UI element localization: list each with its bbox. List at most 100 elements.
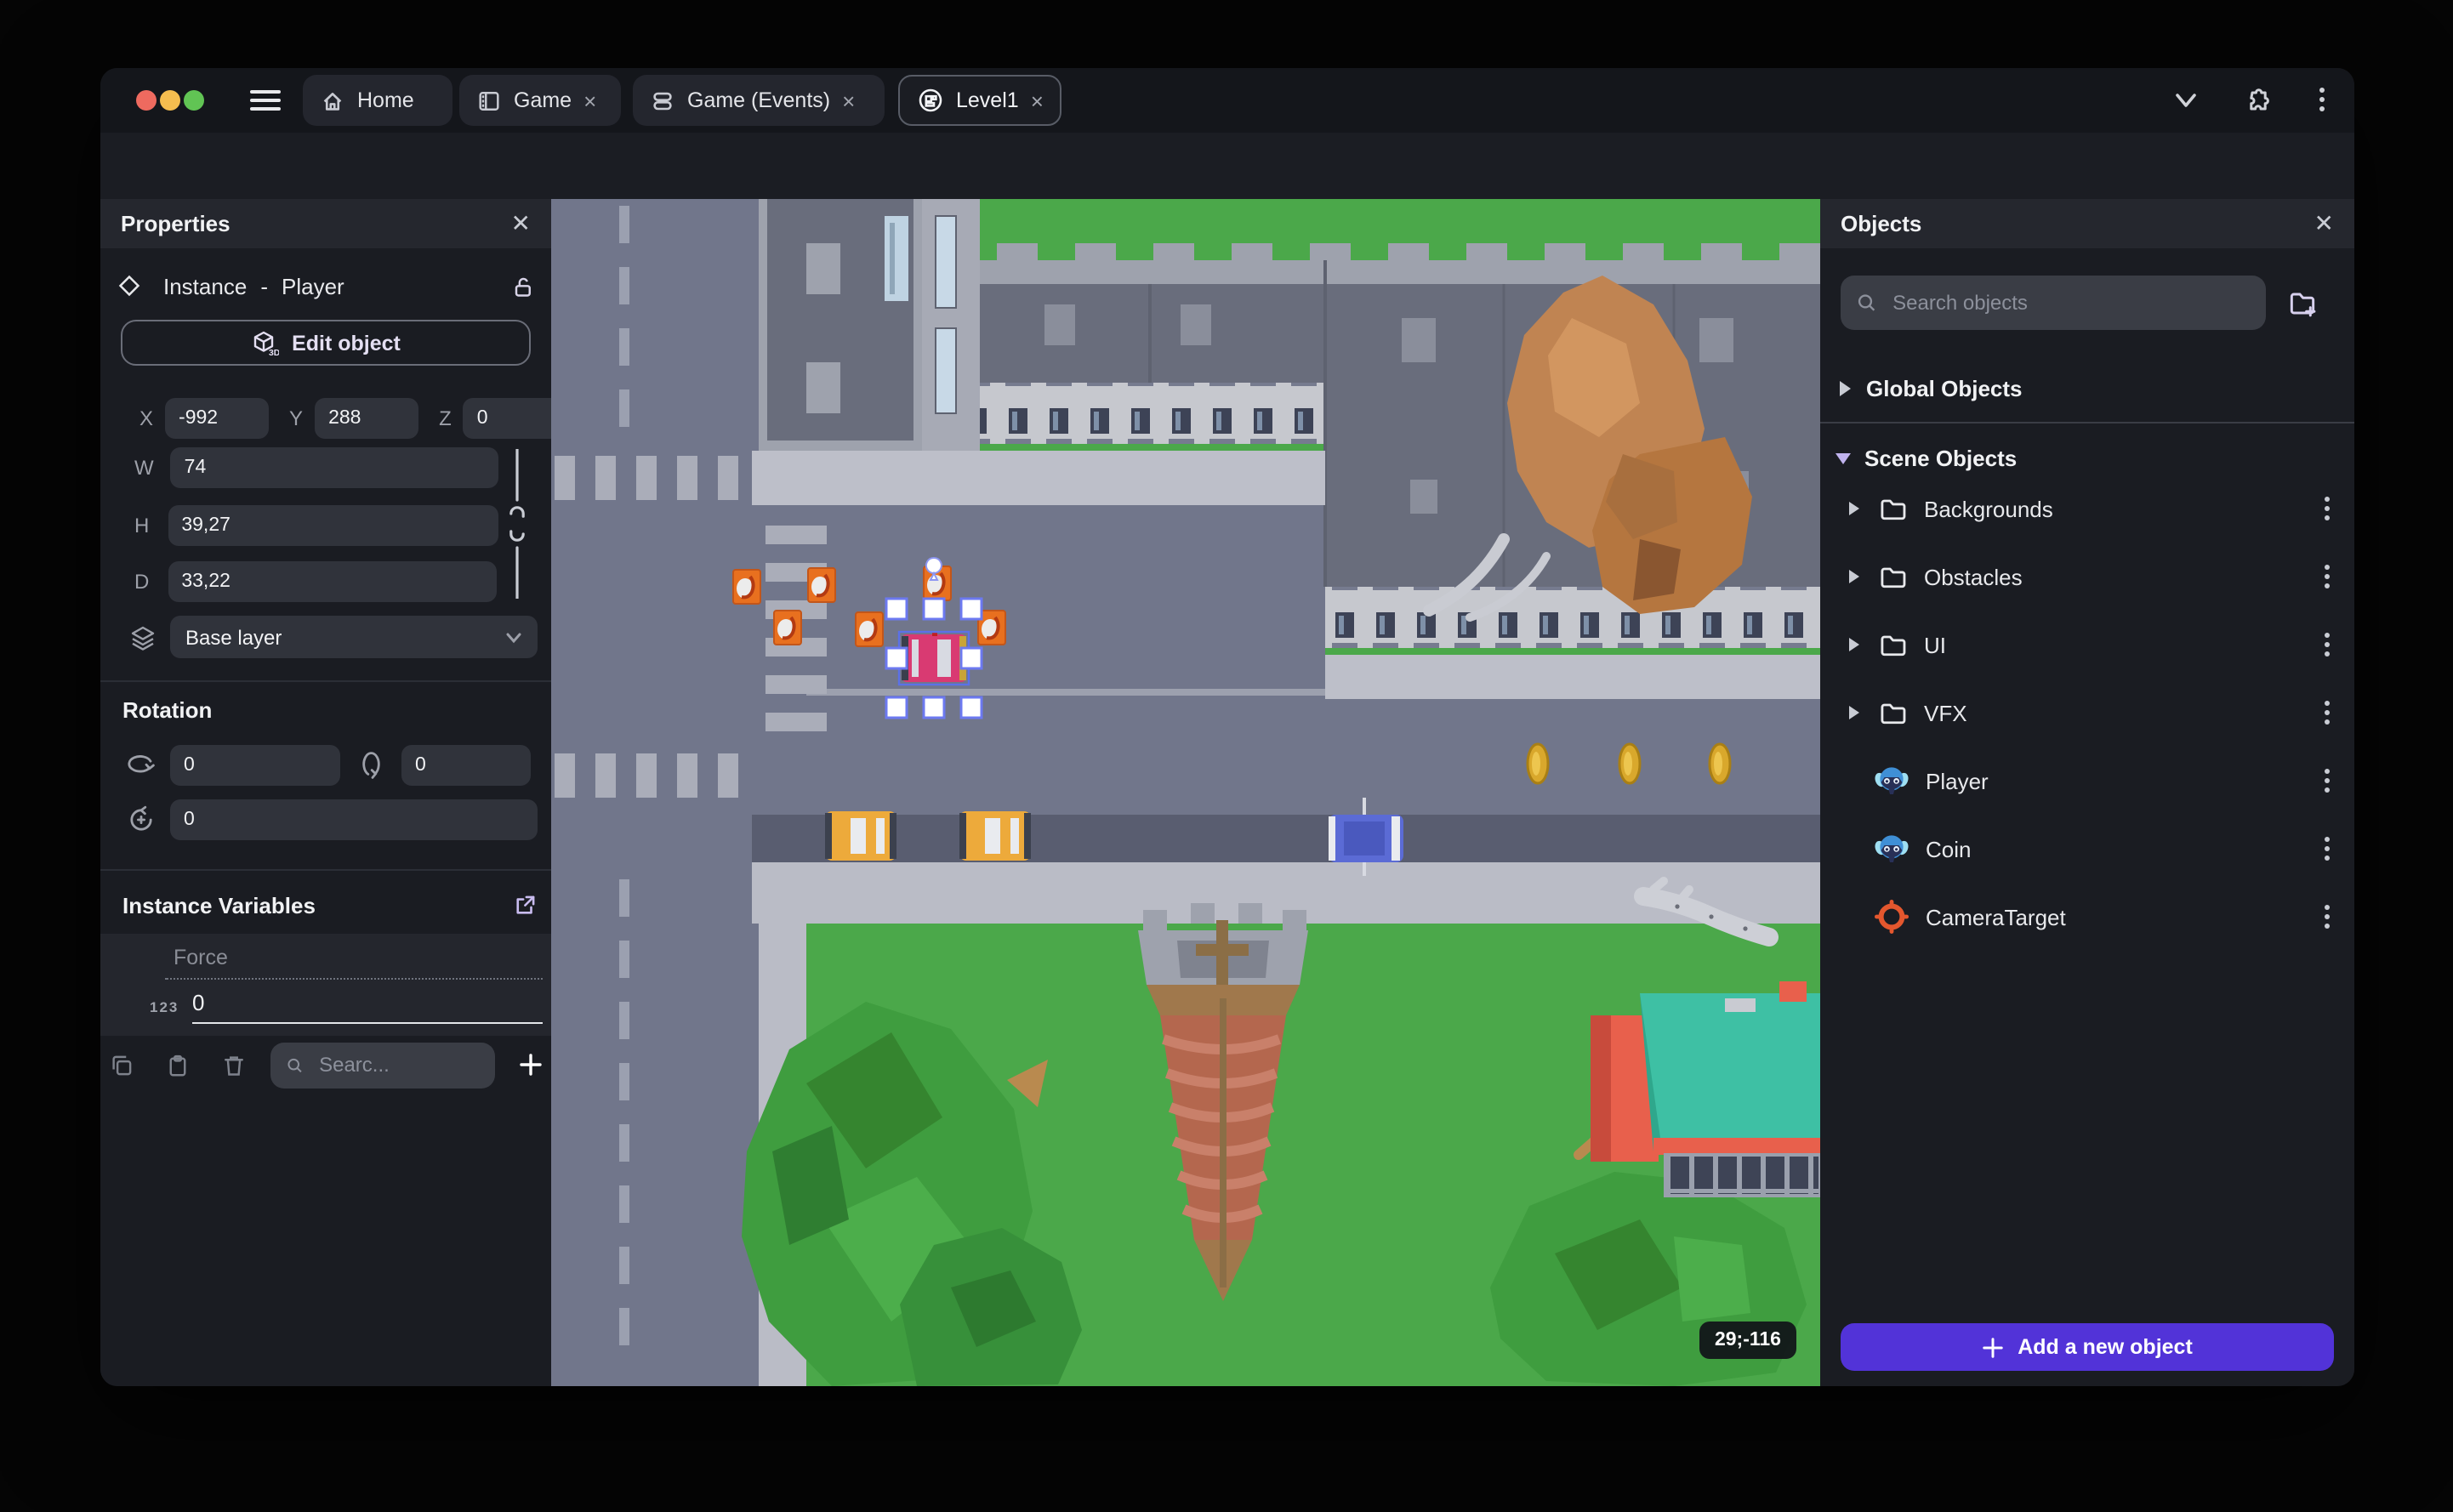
object-label: Player (1926, 768, 1989, 793)
tab-home[interactable]: Home (303, 75, 452, 126)
object-folder-obstacles[interactable]: Obstacles (1820, 549, 2354, 604)
desktop-background: Home Game × Game (Events) × Level1 × Pre… (0, 0, 2453, 1512)
kebab-menu-icon[interactable] (2324, 563, 2331, 590)
scene-canvas[interactable]: 29;-116 (551, 199, 1820, 1386)
variable-value[interactable]: 0 (192, 990, 204, 1015)
hamburger-menu-icon[interactable] (250, 88, 281, 112)
kebab-menu-icon[interactable] (2324, 495, 2331, 522)
zoom-button[interactable] (184, 90, 204, 111)
kebab-menu-icon[interactable] (2324, 631, 2331, 658)
chevron-right-icon (1849, 570, 1859, 583)
search-icon (287, 1057, 302, 1072)
variable-name[interactable]: Force (174, 946, 228, 969)
chevron-down-icon[interactable] (2172, 90, 2200, 111)
npc-car-instance[interactable] (825, 811, 896, 861)
chevron-right-icon (1840, 380, 1851, 395)
rotation-x-input[interactable] (170, 745, 340, 786)
edit-object-button[interactable]: 3D Edit object (121, 320, 531, 366)
objects-search[interactable] (1841, 276, 2266, 330)
kebab-menu-icon[interactable] (2324, 903, 2331, 930)
x-input[interactable] (165, 398, 270, 439)
object-folder-backgrounds[interactable]: Backgrounds (1820, 481, 2354, 536)
object-label: Obstacles (1924, 564, 2023, 589)
d-label: D (134, 569, 150, 593)
object-row-player[interactable]: Player (1820, 753, 2354, 808)
rotation-y-input[interactable] (401, 745, 531, 786)
open-variables-icon[interactable] (512, 892, 538, 918)
layer-value: Base layer (185, 625, 282, 649)
search-icon (1858, 294, 1875, 311)
instance-name: Player (282, 273, 344, 298)
variable-name-underline (165, 978, 543, 980)
main-toolbar: Preview Share (100, 133, 2354, 255)
object-label: Backgrounds (1924, 496, 2053, 521)
rotate-y-icon (362, 752, 380, 779)
instance-variables-title: Instance Variables (122, 892, 316, 918)
tab-close-icon[interactable]: × (842, 89, 855, 111)
add-new-object-label: Add a new object (2018, 1335, 2193, 1359)
folder-icon (1881, 566, 1906, 588)
add-new-object-button[interactable]: Add a new object (1841, 1323, 2334, 1371)
folder-icon (1881, 634, 1906, 656)
tab-game-events[interactable]: Game (Events) × (633, 75, 885, 126)
tab-close-icon[interactable]: × (583, 89, 596, 111)
select-chevron-icon (506, 632, 521, 643)
close-button[interactable] (136, 90, 157, 111)
edit-object-label: Edit object (292, 331, 401, 355)
variables-search-input[interactable] (316, 1051, 480, 1078)
object-row-cameratarget[interactable]: CameraTarget (1820, 890, 2354, 944)
layer-select[interactable]: Base layer (170, 616, 538, 658)
tab-game[interactable]: Game × (459, 75, 621, 126)
object-folder-ui[interactable]: UI (1820, 617, 2354, 672)
h-input[interactable] (168, 504, 498, 545)
rotation-z-input[interactable] (170, 799, 538, 840)
d-input[interactable] (168, 560, 497, 601)
scene-icon (919, 88, 942, 112)
copy-icon[interactable] (109, 1052, 134, 1077)
objects-search-input[interactable] (1889, 289, 2251, 316)
section-global-objects[interactable]: Global Objects (1820, 366, 2354, 410)
variable-type-number-icon: 123 (150, 998, 179, 1015)
objects-panel-title: Objects (1841, 211, 1922, 236)
properties-panel-title: Properties (121, 211, 231, 236)
kebab-menu-icon[interactable] (2324, 699, 2331, 726)
cursor-coordinates-badge: 29;-116 (1699, 1322, 1796, 1359)
object-label: CameraTarget (1926, 904, 2066, 929)
tab-close-icon[interactable]: × (1031, 89, 1044, 111)
extension-icon[interactable] (2244, 85, 2273, 114)
tab-level1[interactable]: Level1 × (898, 75, 1061, 126)
close-panel-icon[interactable]: ✕ (2314, 209, 2334, 238)
kebab-menu-icon[interactable] (2324, 767, 2331, 794)
folder-icon (1881, 498, 1906, 520)
minimize-button[interactable] (160, 90, 180, 111)
svg-text:3D: 3D (268, 348, 278, 356)
close-panel-icon[interactable]: ✕ (511, 209, 531, 238)
z-label: Z (439, 406, 452, 430)
w-label: W (134, 455, 154, 479)
unlock-icon[interactable] (510, 273, 534, 298)
add-variable-icon[interactable] (519, 1053, 543, 1077)
tab-label: Game (514, 88, 572, 112)
variables-search[interactable] (270, 1042, 495, 1088)
kebab-menu-icon[interactable] (2324, 835, 2331, 862)
trash-variable-icon[interactable] (221, 1052, 247, 1077)
rotate-x-icon (128, 755, 155, 773)
add-folder-icon[interactable] (2286, 287, 2319, 320)
kebab-menu-icon[interactable] (2312, 85, 2332, 114)
y-input[interactable] (315, 398, 419, 439)
npc-car-instance[interactable] (959, 811, 1031, 861)
section-label: Global Objects (1866, 375, 2023, 401)
camera-target-icon (1875, 900, 1909, 934)
object-row-coin[interactable]: Coin (1820, 821, 2354, 876)
tab-bar: Home Game × Game (Events) × Level1 × (100, 68, 2354, 133)
properties-panel: Properties ✕ Instance - Player 3D Edit o… (100, 199, 567, 1386)
layer-icon (131, 625, 155, 650)
link-dimensions-icon[interactable] (504, 449, 531, 599)
variables-table: Force 123 0 (100, 934, 551, 1036)
object-folder-vfx[interactable]: VFX (1820, 685, 2354, 740)
paste-icon[interactable] (165, 1052, 191, 1077)
h-label: H (134, 513, 150, 537)
player-car-instance[interactable] (902, 631, 966, 682)
w-input[interactable] (170, 446, 499, 487)
instance-separator: - (260, 273, 268, 298)
